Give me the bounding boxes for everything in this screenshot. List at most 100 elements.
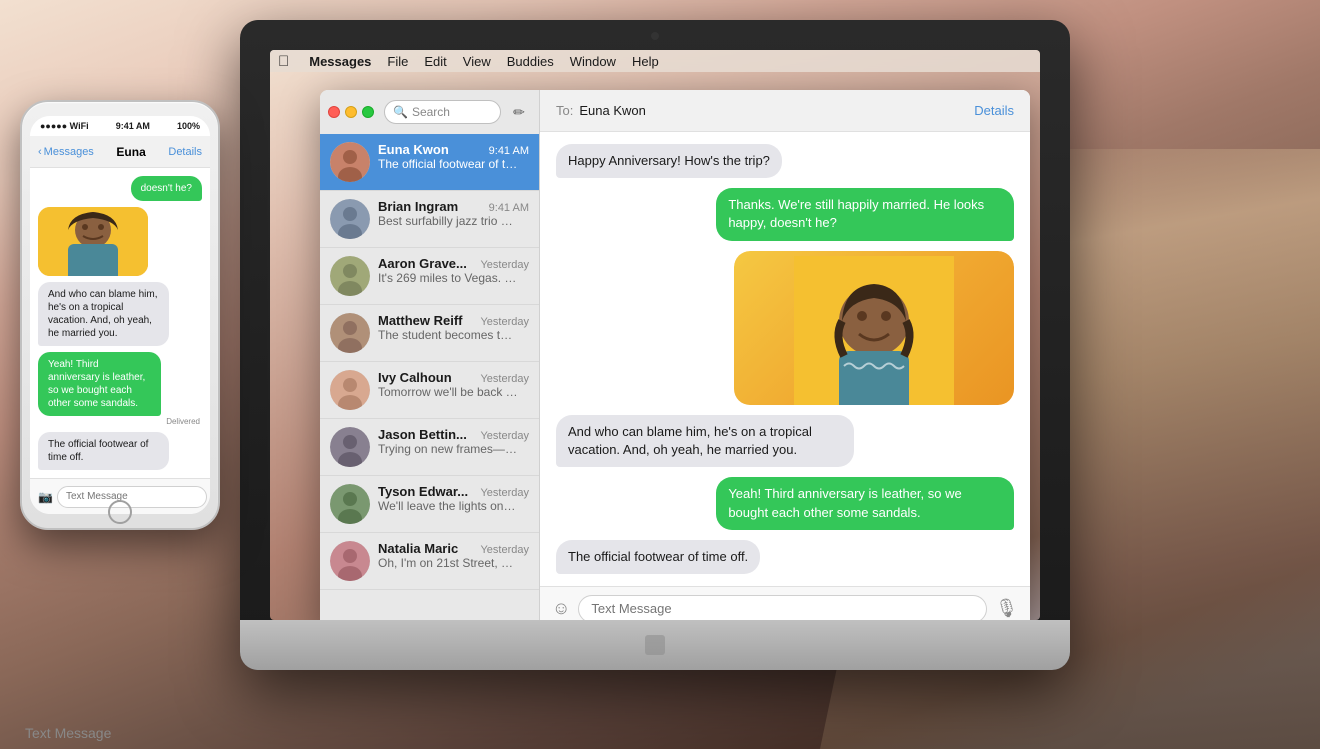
menu-help[interactable]: Help: [632, 54, 659, 69]
iphone-chat-input[interactable]: [57, 486, 207, 508]
conv-name-matthew-reiff: Matthew Reiff: [378, 313, 463, 328]
back-chevron-icon: ‹: [38, 146, 42, 158]
text-message-label: Text Message: [25, 725, 111, 741]
iphone-body: ●●●●● WiFi 9:41 AM 100% ‹ Messages Euna …: [20, 100, 220, 530]
iphone-home-button[interactable]: [108, 500, 132, 524]
macbook-screen-frame:  Messages File Edit View Buddies Window…: [240, 20, 1070, 670]
conv-preview-tyson-edward: We'll leave the lights on for you.: [378, 499, 518, 513]
menu-view[interactable]: View: [463, 54, 491, 69]
iphone-delivered-label: Delivered: [38, 417, 202, 426]
message-blame: And who can blame him, he's on a tropica…: [556, 415, 854, 467]
emoji-button[interactable]: ☺: [552, 598, 570, 619]
mic-button[interactable]: 🎙: [995, 598, 1018, 619]
avatar-jason-bettin: [330, 427, 370, 467]
avatar-ivy-calhoun: [330, 370, 370, 410]
conv-time-jason-bettin: Yesterday: [480, 430, 529, 442]
conv-preview-ivy-calhoun: Tomorrow we'll be back in your neighborh…: [378, 385, 518, 399]
conversation-aaron-grave[interactable]: Aaron Grave... Yesterday It's 269 miles …: [320, 248, 539, 305]
message-photo: [734, 251, 1014, 406]
avatar-aaron-grave: [330, 256, 370, 296]
conversation-ivy-calhoun[interactable]: Ivy Calhoun Yesterday Tomorrow we'll be …: [320, 362, 539, 419]
conv-info-tyson-edward: Tyson Edwar... Yesterday We'll leave the…: [378, 484, 529, 513]
iphone-time: 9:41 AM: [116, 121, 150, 131]
iphone-msg-footwear: The official footwear of time off.: [38, 432, 169, 470]
conv-preview-jason-bettin: Trying on new frames—what do you think o…: [378, 442, 518, 456]
menubar-items: File Edit View Buddies Window Help: [387, 54, 658, 69]
iphone-msg-photo: [38, 207, 148, 276]
conv-name-brian-ingram: Brian Ingram: [378, 199, 458, 214]
conv-time-brian-ingram: 9:41 AM: [489, 202, 529, 214]
chat-input-bar: ☺ 🎙: [540, 586, 1030, 620]
minimize-button[interactable]: [345, 106, 357, 118]
compose-button[interactable]: ✏: [507, 100, 531, 124]
conv-preview-aaron-grave: It's 269 miles to Vegas. We've got a ful…: [378, 271, 518, 285]
iphone-msg-blame: And who can blame him, he's on a tropica…: [38, 282, 169, 346]
iphone-msg-sandals-wrapper: Yeah! Third anniversary is leather, so w…: [38, 352, 202, 426]
conv-info-matthew-reiff: Matthew Reiff Yesterday The student beco…: [378, 313, 529, 342]
iphone-msg-sandals: Yeah! Third anniversary is leather, so w…: [38, 352, 161, 416]
conv-preview-matthew-reiff: The student becomes the teacher. And vic…: [378, 328, 518, 342]
chat-area: To: Euna Kwon Details Happy Anniversary!…: [540, 90, 1030, 620]
conv-preview-natalia-maric: Oh, I'm on 21st Street, not 21st Avenue.: [378, 556, 518, 570]
conv-info-jason-bettin: Jason Bettin... Yesterday Trying on new …: [378, 427, 529, 456]
iphone-back-button[interactable]: ‹ Messages: [38, 146, 94, 158]
chat-details-button[interactable]: Details: [974, 103, 1014, 118]
iphone-nav-title: Euna: [98, 145, 165, 159]
messages-window: 🔍 Search ✏: [320, 90, 1030, 620]
macbook-screen:  Messages File Edit View Buddies Window…: [270, 50, 1040, 620]
sidebar: 🔍 Search ✏: [320, 90, 540, 620]
conversation-jason-bettin[interactable]: Jason Bettin... Yesterday Trying on new …: [320, 419, 539, 476]
conv-name-euna-kwon: Euna Kwon: [378, 142, 449, 157]
conv-time-matthew-reiff: Yesterday: [480, 316, 529, 328]
menu-window[interactable]: Window: [570, 54, 616, 69]
iphone-nav-details[interactable]: Details: [168, 146, 202, 158]
menu-edit[interactable]: Edit: [424, 54, 446, 69]
message-anniversary-leather: Yeah! Third anniversary is leather, so w…: [716, 477, 1014, 529]
menu-buddies[interactable]: Buddies: [507, 54, 554, 69]
search-icon: 🔍: [393, 105, 408, 119]
iphone-signal: ●●●●● WiFi: [40, 121, 89, 131]
conv-info-euna-kwon: Euna Kwon 9:41 AM The official footwear …: [378, 142, 529, 171]
iphone-screen: ●●●●● WiFi 9:41 AM 100% ‹ Messages Euna …: [30, 116, 210, 514]
conv-name-natalia-maric: Natalia Maric: [378, 541, 458, 556]
conversation-matthew-reiff[interactable]: Matthew Reiff Yesterday The student beco…: [320, 305, 539, 362]
conversation-natalia-maric[interactable]: Natalia Maric Yesterday Oh, I'm on 21st …: [320, 533, 539, 590]
menubar:  Messages File Edit View Buddies Window…: [270, 50, 1040, 72]
iphone-battery: 100%: [177, 121, 200, 131]
search-placeholder: Search: [412, 105, 450, 119]
conv-name-tyson-edward: Tyson Edwar...: [378, 484, 468, 499]
chat-to-label: To:: [556, 103, 573, 118]
conv-name-ivy-calhoun: Ivy Calhoun: [378, 370, 452, 385]
iphone-camera-button[interactable]: 📷: [38, 490, 53, 504]
macbook-chin: [240, 620, 1070, 670]
iphone-msg-doesnt-he: doesn't he?: [131, 176, 202, 201]
macbook-camera: [651, 32, 659, 40]
conversation-brian-ingram[interactable]: Brian Ingram 9:41 AM Best surfabilly jaz…: [320, 191, 539, 248]
search-bar[interactable]: 🔍 Search: [384, 100, 501, 124]
iphone-photo-svg: [38, 207, 148, 276]
chat-recipient: Euna Kwon: [579, 103, 974, 118]
conv-info-natalia-maric: Natalia Maric Yesterday Oh, I'm on 21st …: [378, 541, 529, 570]
apple-menu-icon[interactable]: : [278, 53, 289, 70]
chat-input[interactable]: [578, 595, 987, 621]
message-happily-married: Thanks. We're still happily married. He …: [716, 188, 1014, 240]
conv-info-ivy-calhoun: Ivy Calhoun Yesterday Tomorrow we'll be …: [378, 370, 529, 399]
messages-menu-app[interactable]: Messages: [309, 54, 371, 69]
conv-time-natalia-maric: Yesterday: [480, 544, 529, 556]
conversation-list: Euna Kwon 9:41 AM The official footwear …: [320, 134, 539, 620]
photo-person-svg: [794, 256, 954, 406]
conv-name-aaron-grave: Aaron Grave...: [378, 256, 467, 271]
maximize-button[interactable]: [362, 106, 374, 118]
chat-messages: Happy Anniversary! How's the trip? Thank…: [540, 132, 1030, 586]
menu-file[interactable]: File: [387, 54, 408, 69]
message-footwear: The official footwear of time off.: [556, 540, 760, 574]
iphone-frame: ●●●●● WiFi 9:41 AM 100% ‹ Messages Euna …: [20, 100, 220, 530]
traffic-lights: [328, 106, 374, 118]
conversation-tyson-edward[interactable]: Tyson Edwar... Yesterday We'll leave the…: [320, 476, 539, 533]
avatar-matthew-reiff: [330, 313, 370, 353]
back-label: Messages: [44, 146, 94, 158]
iphone-status-bar: ●●●●● WiFi 9:41 AM 100%: [30, 116, 210, 136]
conv-name-jason-bettin: Jason Bettin...: [378, 427, 467, 442]
conversation-euna-kwon[interactable]: Euna Kwon 9:41 AM The official footwear …: [320, 134, 539, 191]
close-button[interactable]: [328, 106, 340, 118]
